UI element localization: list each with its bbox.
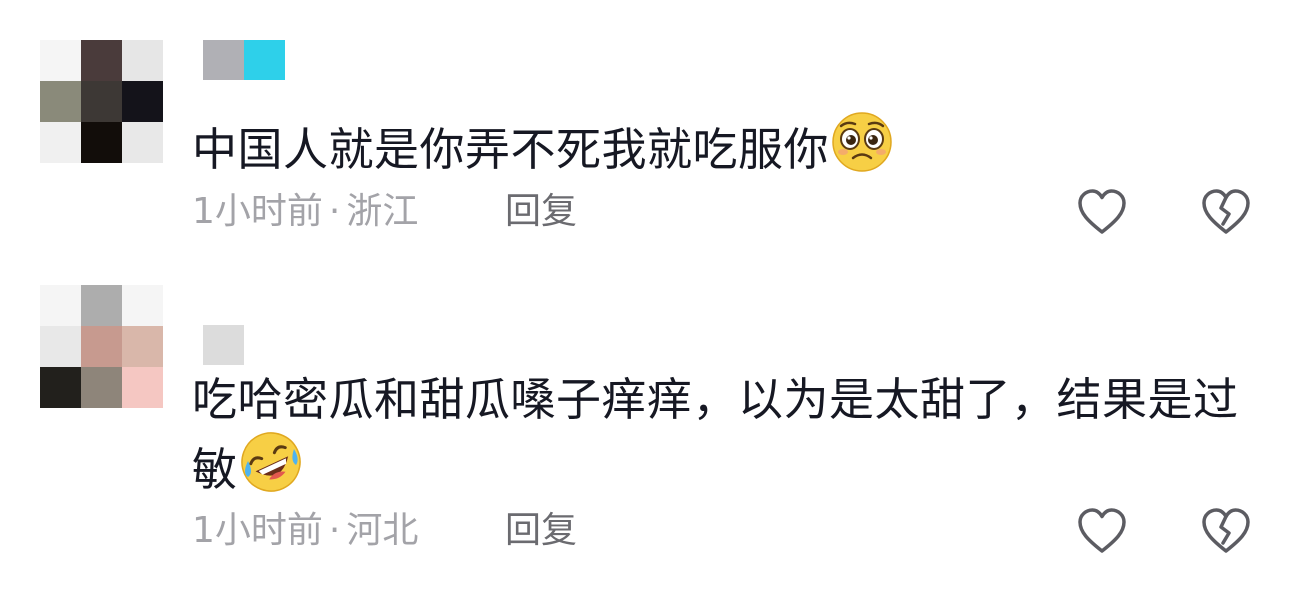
avatar-mosaic-cell <box>122 81 163 122</box>
location: 浙江 <box>346 191 419 232</box>
pleading-face-emoji <box>831 111 893 189</box>
avatar-mosaic-cell <box>81 81 122 122</box>
broken-heart-icon[interactable] <box>1200 507 1252 555</box>
reply-button[interactable]: 回复 <box>505 187 577 237</box>
comment-text: 吃哈密瓜和甜瓜嗓子痒痒，以为是太甜了，结果是过敏 <box>192 369 1262 509</box>
username-mosaic-cell <box>244 40 285 80</box>
avatar-mosaic-cell <box>122 122 163 163</box>
location: 河北 <box>346 510 419 551</box>
comment-text-content: 中国人就是你弄不死我就吃服你 <box>192 123 830 176</box>
heart-outline-icon[interactable] <box>1076 507 1128 555</box>
avatar-mosaic-cell <box>122 285 163 326</box>
avatar-mosaic-cell <box>81 122 122 163</box>
avatar-mosaic-cell <box>40 326 81 367</box>
avatar-mosaic-cell <box>40 40 81 81</box>
heart-outline-icon[interactable] <box>1076 188 1128 236</box>
username-mosaic-cell <box>203 40 244 80</box>
avatar-mosaic-cell <box>81 285 122 326</box>
timestamp: 1小时前 <box>192 191 323 232</box>
broken-heart-icon[interactable] <box>1200 188 1252 236</box>
avatar-mosaic-cell <box>122 40 163 81</box>
avatar-mosaic-cell <box>40 285 81 326</box>
avatar-mosaic-cell <box>122 326 163 367</box>
comment-text: 中国人就是你弄不死我就吃服你 <box>192 111 1262 189</box>
username-mosaic-cell <box>203 325 244 365</box>
comment-meta: 1小时前 · 浙江 <box>192 187 418 237</box>
avatar-mosaic-cell <box>81 367 122 408</box>
avatar-mosaic-cell <box>40 122 81 163</box>
avatar-mosaic-cell <box>81 326 122 367</box>
avatar-mosaic-cell <box>122 367 163 408</box>
avatar-mosaic-cell <box>40 81 81 122</box>
avatar-mosaic-cell <box>40 367 81 408</box>
comment-meta: 1小时前 · 河北 <box>192 506 418 556</box>
avatar[interactable] <box>40 285 163 408</box>
separator-dot: · <box>328 510 341 551</box>
reply-button[interactable]: 回复 <box>505 506 577 556</box>
separator-dot: · <box>328 191 341 232</box>
avatar-mosaic-cell <box>81 40 122 81</box>
timestamp: 1小时前 <box>192 510 323 551</box>
rolling-laughing-emoji <box>240 431 302 509</box>
comment-text-content: 吃哈密瓜和甜瓜嗓子痒痒，以为是太甜了，结果是过敏 <box>192 373 1239 496</box>
avatar[interactable] <box>40 40 163 163</box>
